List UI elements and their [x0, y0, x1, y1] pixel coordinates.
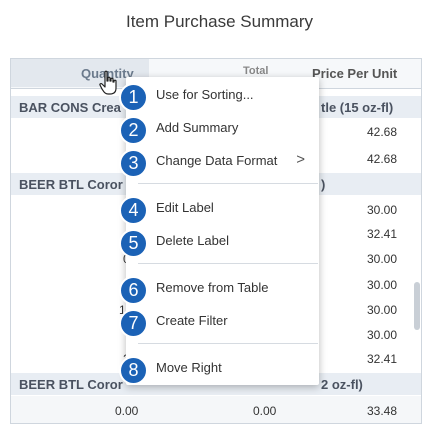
group-label-right: 2 oz-fl) [321, 377, 363, 392]
price-cell: 33.48 [367, 404, 398, 418]
menu-item-add-summary[interactable]: Add Summary [126, 113, 319, 143]
menu-item-move-right[interactable]: Move Right [126, 353, 319, 383]
menu-item-label: Edit Label [156, 200, 214, 215]
price-cell: 42.68 [367, 125, 398, 139]
table-row: 0.00 0.00 33.48 [11, 396, 421, 423]
menu-item-create-filter[interactable]: Create Filter [126, 306, 319, 336]
step-badge-6: 6 [119, 276, 148, 305]
group-label: BAR CONS Crea [19, 100, 121, 115]
menu-item-label: Move Right [156, 360, 222, 375]
price-cell: 30.00 [367, 278, 398, 292]
step-badge-5: 5 [119, 229, 148, 258]
menu-divider [138, 263, 318, 264]
menu-item-label: Use for Sorting... [156, 87, 254, 102]
step-badge-1: 1 [119, 83, 148, 112]
step-badge-2: 2 [119, 116, 148, 145]
menu-item-label: Change Data Format [156, 153, 278, 168]
quantity-cell: 0.00 [115, 404, 139, 418]
price-cell: 42.68 [367, 152, 398, 166]
price-cell: 30.00 [367, 252, 398, 266]
step-badge-7: 7 [119, 309, 148, 338]
step-badge-8: 8 [119, 356, 148, 385]
group-label-right: ) [321, 177, 326, 192]
price-cell: 30.00 [367, 203, 398, 217]
menu-item-label: Add Summary [156, 120, 239, 135]
column-context-menu: Use for Sorting... Add Summary Change Da… [126, 77, 319, 385]
menu-item-use-for-sorting[interactable]: Use for Sorting... [126, 80, 319, 110]
price-cell: 30.00 [367, 303, 398, 317]
price-cell: 32.41 [367, 352, 398, 366]
price-cell: 30.00 [367, 328, 398, 342]
menu-divider [138, 343, 318, 344]
menu-item-edit-label[interactable]: Edit Label [126, 193, 319, 223]
total-header[interactable]: Total [243, 65, 268, 77]
group-label-right: tle (15 oz-fl) [321, 100, 394, 115]
menu-item-delete-label[interactable]: Delete Label [126, 226, 319, 256]
step-badge-3: 3 [119, 149, 148, 178]
menu-item-label: Create Filter [156, 313, 228, 328]
group-label: BEER BTL Coror [19, 377, 123, 392]
price-cell: 32.41 [367, 227, 398, 241]
menu-item-change-data-format[interactable]: Change Data Format > [126, 146, 319, 176]
menu-item-remove-from-table[interactable]: Remove from Table [126, 273, 319, 303]
step-badge-4: 4 [119, 196, 148, 225]
menu-item-label: Delete Label [156, 233, 229, 248]
total-cell: 0.00 [253, 404, 277, 418]
hand-pointer-icon [99, 70, 117, 95]
group-label: BEER BTL Coror [19, 177, 123, 192]
vertical-scrollbar[interactable] [414, 282, 420, 330]
chevron-right-icon: > [296, 151, 305, 168]
menu-divider [138, 183, 318, 184]
page-title: Item Purchase Summary [125, 12, 314, 31]
menu-item-label: Remove from Table [156, 280, 269, 295]
price-per-unit-header[interactable]: Price Per Unit [312, 66, 397, 81]
